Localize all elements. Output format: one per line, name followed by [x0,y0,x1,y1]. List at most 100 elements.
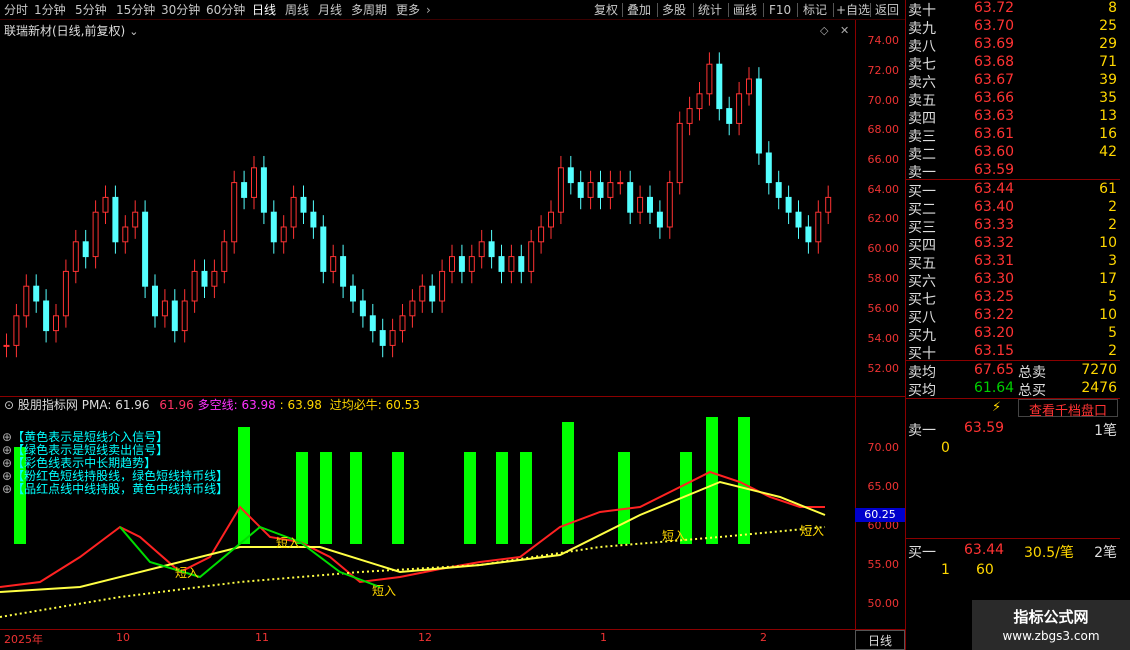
period-tab-60min[interactable]: 60分钟 [206,2,245,18]
ask-row[interactable]: 卖八 63.69 29 [906,36,1121,55]
candle-body [310,211,317,228]
tab-daily[interactable]: 日线 [855,630,905,650]
bid-row[interactable]: 买九 63.20 5 [906,325,1121,344]
bid-row[interactable]: 买四 63.32 10 [906,235,1121,254]
bid-volume: 61 [1099,181,1117,197]
mark-button[interactable]: 标记 [803,2,827,18]
bid-volume: 2 [1108,199,1117,215]
candle-body [478,241,485,258]
period-tab-30min[interactable]: 30分钟 [161,2,200,18]
ask-row[interactable]: 卖二 63.60 42 [906,144,1121,163]
candle-body [666,182,673,228]
candle-body [458,256,465,272]
price-tick: 64.00 [867,183,900,196]
period-tab-daily[interactable]: 日线 [252,2,276,18]
sub-tick: 50.00 [867,597,900,610]
ask-row[interactable]: 卖五 63.66 35 [906,90,1121,109]
candlestick-chart[interactable] [0,20,855,396]
ask-row[interactable]: 卖四 63.63 13 [906,108,1121,127]
short-entry-label: 短入 [662,529,687,543]
bid-row[interactable]: 买五 63.31 3 [906,253,1121,272]
bid-volume: 2 [1108,343,1117,359]
bid-row[interactable]: 买八 63.22 10 [906,307,1121,326]
price-tick: 74.00 [867,34,900,47]
candle-body [577,182,584,198]
candle-body [82,241,89,258]
candle-body [260,167,267,213]
bid-volume: 17 [1099,271,1117,287]
bid-label: 买七 [908,292,936,308]
period-tab-15min[interactable]: 15分钟 [116,2,155,18]
draw-line-button[interactable]: 画线 [733,2,757,18]
bid-volume: 10 [1099,307,1117,323]
statistics-button[interactable]: 统计 [698,2,722,18]
bid-price: 63.25 [974,289,1015,305]
bid-row[interactable]: 买七 63.25 5 [906,289,1121,308]
period-tab-more[interactable]: 更多 [396,2,420,18]
add-watchlist-button[interactable]: +自选 [836,2,870,18]
candle-body [181,300,188,332]
view-depth-button[interactable]: 查看千档盘口 [1018,399,1118,419]
period-tab-5min[interactable]: 5分钟 [75,2,107,18]
back-button[interactable]: 返回 [875,2,899,18]
date-tick: 1 [600,631,607,644]
price-tick: 62.00 [867,212,900,225]
ask-row[interactable]: 卖三 63.61 16 [906,126,1121,145]
divider [906,179,1121,180]
bid-row[interactable]: 买六 63.30 17 [906,271,1121,290]
bid-row[interactable]: 买二 63.40 2 [906,199,1121,218]
ask-label: 卖四 [908,111,936,127]
signal-bar [296,452,308,544]
bid-label: 买三 [908,220,936,236]
side-scrollbar[interactable] [1120,0,1130,650]
candle-body [350,285,356,302]
period-tab-tick[interactable]: 分时 [4,2,28,18]
candle-body [92,211,99,258]
ask-row[interactable]: 卖九 63.70 25 [906,18,1121,37]
bid-label: 买五 [908,256,936,272]
ask-volume: 8 [1108,0,1117,16]
bid-row[interactable]: 买十 63.15 2 [906,343,1121,362]
bid-row[interactable]: 买三 63.33 2 [906,217,1121,236]
sell1-label: 卖一 [908,423,936,439]
candle-body [53,315,59,332]
candle-body [13,315,20,346]
price-tick: 70.00 [867,94,900,107]
ask-row[interactable]: 卖十 63.72 8 [906,0,1121,19]
ask-row[interactable]: 卖七 63.68 71 [906,54,1121,73]
price-tick: 52.00 [867,362,900,375]
ask-price: 63.60 [974,144,1015,160]
bid-label: 买二 [908,202,936,218]
price-tick: 56.00 [867,302,900,315]
ask-label: 卖六 [908,75,936,91]
multi-stock-button[interactable]: 多股 [662,2,686,18]
watermark-title: 指标公式网 [1013,608,1089,626]
period-tab-weekly[interactable]: 周线 [285,2,309,18]
signal-bar [738,417,750,544]
bid-label: 买一 [908,184,936,200]
short-entry-label: 短入 [372,584,397,598]
lightning-icon: ⚡ [992,400,1002,415]
more-chevron-icon[interactable]: › [426,2,431,18]
candle-body [201,270,208,287]
ask-volume: 16 [1099,126,1117,142]
candle-body [409,300,416,317]
ask-row[interactable]: 卖六 63.67 39 [906,72,1121,91]
divider [833,3,834,17]
candle-body [647,196,653,213]
period-tab-1min[interactable]: 1分钟 [34,2,66,18]
bid-row[interactable]: 买一 63.44 61 [906,181,1121,200]
period-tab-monthly[interactable]: 月线 [318,2,342,18]
candle-body [518,256,525,272]
ask-price: 63.61 [974,126,1015,142]
overlay-button[interactable]: 叠加 [627,2,651,18]
f10-button[interactable]: F10 [769,2,791,18]
adjust-button[interactable]: 复权 [594,2,618,18]
candle-body [132,211,139,228]
ask-row[interactable]: 卖一 63.59 [906,162,1121,181]
axis-divider [855,20,856,630]
price-tick: 72.00 [867,64,900,77]
period-tab-multi[interactable]: 多周期 [351,2,387,18]
chart-area[interactable]: 联瑞新材(日线,前复权) ⌄ ◇ ✕ 74.00 72.00 70.00 68.0… [0,20,905,646]
candle-body [270,211,277,243]
